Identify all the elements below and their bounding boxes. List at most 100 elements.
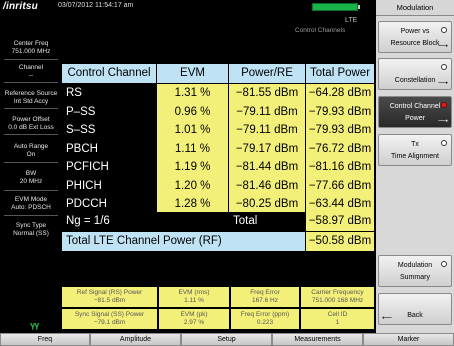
setting-value: Auto: PDSCH [11,204,51,211]
evm-mode-setting: EVM Mode Auto: PDSCH [2,196,60,212]
total-power-value: −64.28 dBm [306,84,374,103]
rf-label: Total LTE Channel Power (RF) [62,232,305,251]
power-re-value: −79.11 dBm [229,102,305,122]
button-line2: Summary [400,274,430,281]
evm-value: 1.01 % [157,121,228,140]
datetime: 03/07/2012 11:54:17 am [58,2,134,9]
channel-setting: Channel -- [2,64,60,80]
antenna-icon: 𝛄𝛄 [30,320,39,330]
ng-label: Ng = 1/6 [62,212,228,231]
metric-value: 167.6 Hz [251,297,279,304]
setting-value: 0.0 dB Ext Loss [8,124,54,131]
radio-icon [441,27,447,33]
modulation-summary-button[interactable]: Modulation Summary [378,255,452,287]
setting-label: BW [25,170,37,177]
metric-ss-power: Sync Signal (SS) Power −79.1 dBm [62,309,157,329]
evm-value: 1.19 % [157,158,228,177]
menu-title: Modulation [376,0,454,16]
evm-value: 0.96 % [157,102,228,122]
back-button[interactable]: Back ⟵ [378,293,452,325]
metric-freq-error: Freq Error 167.6 Hz [231,287,299,307]
setting-label: Power Offset [12,116,50,123]
tab-freq[interactable]: Freq [0,333,90,346]
metric-label: EVM (rms) [178,289,210,296]
metric-value: 1 [335,319,340,326]
radio-icon [441,140,447,146]
setting-label: Channel [18,64,44,71]
tab-measurements[interactable]: Measurements [272,333,363,346]
header-total-power: Total Power [306,64,374,83]
total-value: −58.97 dBm [306,212,374,231]
evm-value: 1.20 % [157,176,228,196]
setting-value: -- [28,72,34,79]
battery-icon [312,3,358,11]
header-control-channel: Control Channel [62,64,156,83]
sync-type-setting: Sync Type Normal (SS) [2,222,60,238]
setting-label: EVM Mode [14,196,48,203]
metric-value: 751.000 168 MHz [311,297,364,304]
metric-label: Sync Signal (SS) Power [74,311,145,318]
channel-name: P–SS [62,102,156,122]
metric-cell-id: Cell ID 1 [301,309,374,329]
metric-evm-pk: EVM (pk) 2.97 % [159,309,229,329]
setting-value: On [26,151,36,158]
tab-setup[interactable]: Setup [181,333,272,346]
setting-value: 751.000 MHz [11,48,51,55]
standard-label: LTE [345,17,358,24]
setting-label: Auto Range [13,143,49,150]
radio-selected-icon [441,102,447,108]
bw-setting: BW 20 MHz [2,170,60,186]
channel-name: S–SS [62,121,156,140]
button-line2: Time Alignment [391,153,439,160]
radio-icon [441,64,447,70]
view-label: Control Channels [295,27,346,34]
setting-label: Center Freq [13,40,49,47]
power-re-value: −81.44 dBm [229,158,305,177]
control-channel-power-button[interactable]: Control Channel Power ⟶ [378,96,452,128]
channel-name: PCFICH [62,158,156,177]
channel-name: PHICH [62,176,156,196]
divider [4,190,58,191]
divider [4,134,58,135]
divider [4,59,58,60]
total-power-value: −81.16 dBm [306,158,374,177]
center-freq-setting: Center Freq 751.000 MHz [2,40,60,56]
brand-logo: /inritsu [3,1,38,12]
arrow-left-icon: ⟵ [382,315,393,322]
power-re-value: −81.55 dBm [229,84,305,103]
metric-value: −79.1 dBm [93,319,126,326]
evm-value: 1.31 % [157,84,228,103]
metric-label: Carrier Frequency [311,289,364,296]
power-offset-setting: Power Offset 0.0 dB Ext Loss [2,116,60,132]
metric-label: Cell ID [327,311,348,318]
total-power-value: −76.72 dBm [306,139,374,159]
divider [4,162,58,163]
metric-evm-rms: EVM (rms) 1.11 % [159,287,229,307]
total-label: Total [229,212,305,231]
tab-amplitude[interactable]: Amplitude [90,333,181,346]
metric-label: Freq Error [250,289,280,296]
divider [4,108,58,109]
auto-range-setting: Auto Range On [2,143,60,159]
power-re-value: −79.11 dBm [229,121,305,140]
arrow-right-icon: ⟶ [437,43,448,50]
evm-value: 1.11 % [157,139,228,159]
divider [4,215,58,216]
channel-name: PBCH [62,139,156,159]
radio-icon [441,261,447,267]
rf-value: −50.58 dBm [306,232,374,251]
metric-freq-error-ppm: Freq Error (ppm) 0.223 [231,309,299,329]
setting-label: Reference Source [4,90,58,97]
total-power-value: −77.66 dBm [306,176,374,196]
arrow-right-icon: ⟶ [437,118,448,125]
metric-value: 1.11 % [184,297,204,304]
setting-label: Sync Type [15,222,47,229]
header-power-re: Power/RE [229,64,305,83]
metric-value: 0.223 [256,319,274,326]
power-vs-resource-block-button[interactable]: Power vs Resource Block ⟶ [378,21,452,53]
tx-time-alignment-button[interactable]: Tx Time Alignment [378,134,452,166]
tab-marker[interactable]: Marker [363,333,454,346]
metric-carrier-frequency: Carrier Frequency 751.000 168 MHz [301,287,374,307]
channel-name: RS [62,84,156,103]
constellation-button[interactable]: Constellation ⟶ [378,58,452,90]
